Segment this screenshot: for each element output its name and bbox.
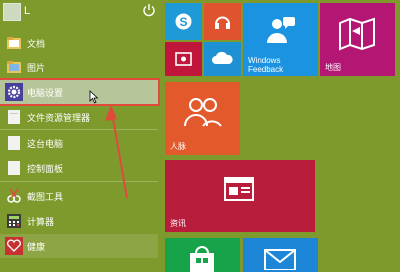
user-header[interactable]: L xyxy=(0,0,160,26)
video-icon xyxy=(175,52,192,66)
divider xyxy=(0,181,158,182)
headphones-icon xyxy=(215,16,230,29)
tile-store[interactable] xyxy=(165,238,240,272)
feedback-people-icon xyxy=(267,17,295,43)
list-item-control-panel[interactable]: 控制面板 xyxy=(0,156,158,180)
tile-label: 人脉 xyxy=(170,142,186,151)
calculator-icon xyxy=(7,214,21,228)
user-name: L xyxy=(24,5,31,17)
list-item-this-pc[interactable]: 这台电脑 xyxy=(0,131,158,155)
tile-skype[interactable]: S xyxy=(165,3,202,40)
tile-people[interactable]: 人脉 xyxy=(165,82,240,155)
tile-label: Windows xyxy=(248,56,281,65)
list-item-label: 健康 xyxy=(27,242,46,252)
folder-icon xyxy=(7,37,21,49)
news-icon xyxy=(224,177,254,201)
tile-music[interactable] xyxy=(204,3,241,40)
list-item-label: 截图工具 xyxy=(27,192,64,202)
store-bag-icon xyxy=(190,246,214,272)
tile-label: Feedback xyxy=(248,65,284,74)
mail-icon xyxy=(264,249,296,270)
svg-text:S: S xyxy=(179,15,187,29)
control-panel-icon xyxy=(8,161,20,175)
skype-icon: S xyxy=(175,13,192,30)
list-item-snipping-tool[interactable]: 截图工具 xyxy=(0,184,158,208)
list-item-pictures[interactable]: 图片 xyxy=(0,55,158,79)
gear-icon xyxy=(5,83,23,101)
list-item-pc-settings[interactable]: 电脑设置 xyxy=(0,78,160,106)
list-item-documents[interactable]: 文档 xyxy=(0,31,158,55)
list-item-label: 这台电脑 xyxy=(27,139,64,149)
list-item-file-explorer[interactable]: 文件资源管理器 xyxy=(0,105,158,129)
computer-icon xyxy=(8,136,20,150)
avatar[interactable] xyxy=(3,3,21,21)
tile-label: 地图 xyxy=(325,63,341,72)
power-icon[interactable] xyxy=(142,3,156,17)
tile-video[interactable] xyxy=(165,42,202,76)
list-item-label: 计算器 xyxy=(27,217,55,227)
tile-news[interactable]: 资讯 xyxy=(165,160,315,232)
list-item-label: 控制面板 xyxy=(27,164,64,174)
tile-onedrive[interactable] xyxy=(204,42,241,76)
map-icon xyxy=(339,17,375,51)
tile-mail[interactable] xyxy=(243,238,318,272)
tile-label: 资讯 xyxy=(170,219,186,228)
mouse-cursor-icon xyxy=(89,90,99,104)
people-icon xyxy=(184,98,222,127)
scissors-icon xyxy=(7,188,21,203)
list-item-calculator[interactable]: 计算器 xyxy=(0,209,158,233)
file-explorer-icon xyxy=(8,110,20,124)
folder-icon xyxy=(7,61,21,73)
tile-maps[interactable]: 地图 xyxy=(320,3,395,76)
list-item-health[interactable]: 健康 xyxy=(0,234,158,258)
divider xyxy=(0,129,158,130)
list-item-label: 文档 xyxy=(27,39,46,49)
tile-windows-feedback[interactable]: Windows Feedback xyxy=(243,3,318,76)
start-menu: L 文档 图片 电脑设置 文件资源管理器 这台电脑 控制面板 截图工具 计算器 … xyxy=(0,0,400,272)
list-item-label: 电脑设置 xyxy=(27,88,64,98)
cloud-icon xyxy=(212,51,233,64)
list-item-label: 图片 xyxy=(27,63,46,73)
heart-icon xyxy=(5,237,23,255)
list-item-label: 文件资源管理器 xyxy=(27,113,91,123)
